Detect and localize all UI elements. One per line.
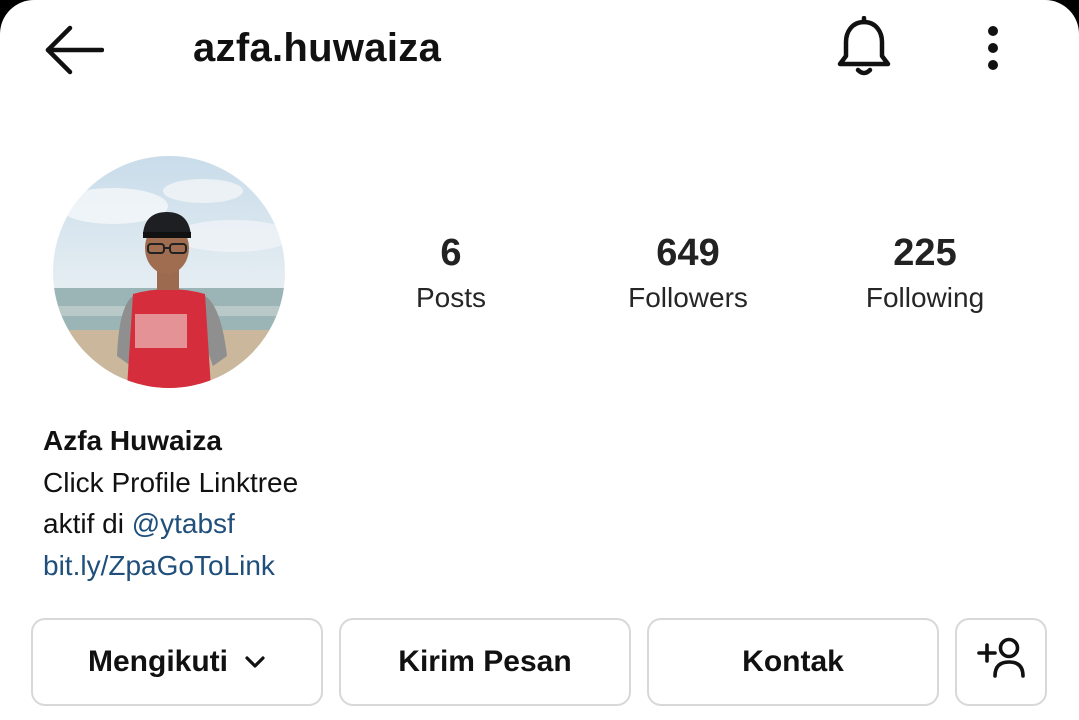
profile-screen: azfa.huwaiza 6 Posts 649 Followers 225 F…: [0, 0, 1079, 720]
following-count: 225: [893, 232, 957, 274]
profile-full-name: Azfa Huwaiza: [43, 425, 222, 456]
contact-button[interactable]: Kontak: [647, 618, 939, 706]
notifications-button[interactable]: [830, 14, 898, 86]
add-person-icon: [975, 636, 1027, 688]
arrow-left-icon: [40, 25, 105, 80]
more-vertical-icon: [986, 25, 1000, 76]
following-button[interactable]: Mengikuti: [31, 618, 323, 706]
more-options-button[interactable]: [970, 20, 1016, 80]
bio-line-2: aktif di @ytabsf: [43, 503, 298, 545]
bio-line-1: Click Profile Linktree: [43, 466, 299, 498]
bell-icon: [834, 15, 894, 85]
bio-website-link[interactable]: bit.ly/ZpaGoToLink: [43, 545, 298, 587]
posts-count: 6: [440, 232, 462, 274]
following-label: Following: [865, 282, 985, 313]
following-button-label: Mengikuti: [88, 645, 228, 678]
bio-mention-link[interactable]: @ytabsf: [132, 508, 235, 539]
stat-posts[interactable]: 6 Posts: [351, 230, 551, 318]
posts-label: Posts: [415, 282, 487, 313]
profile-avatar[interactable]: [53, 156, 285, 388]
stat-followers[interactable]: 649 Followers: [588, 230, 788, 318]
followers-label: Followers: [628, 282, 748, 313]
chevron-down-icon: [244, 655, 266, 669]
back-button[interactable]: [40, 22, 110, 82]
message-button[interactable]: Kirim Pesan: [339, 618, 631, 706]
contact-button-label: Kontak: [742, 645, 844, 678]
followers-count: 649: [656, 232, 720, 274]
bio-line-2-prefix: aktif di: [43, 508, 132, 539]
add-user-button[interactable]: [955, 618, 1047, 706]
profile-bio: Azfa Huwaiza Click Profile Linktree akti…: [43, 420, 298, 586]
message-button-label: Kirim Pesan: [398, 645, 572, 678]
profile-username: azfa.huwaiza: [193, 26, 442, 70]
stat-following[interactable]: 225 Following: [825, 230, 1025, 318]
